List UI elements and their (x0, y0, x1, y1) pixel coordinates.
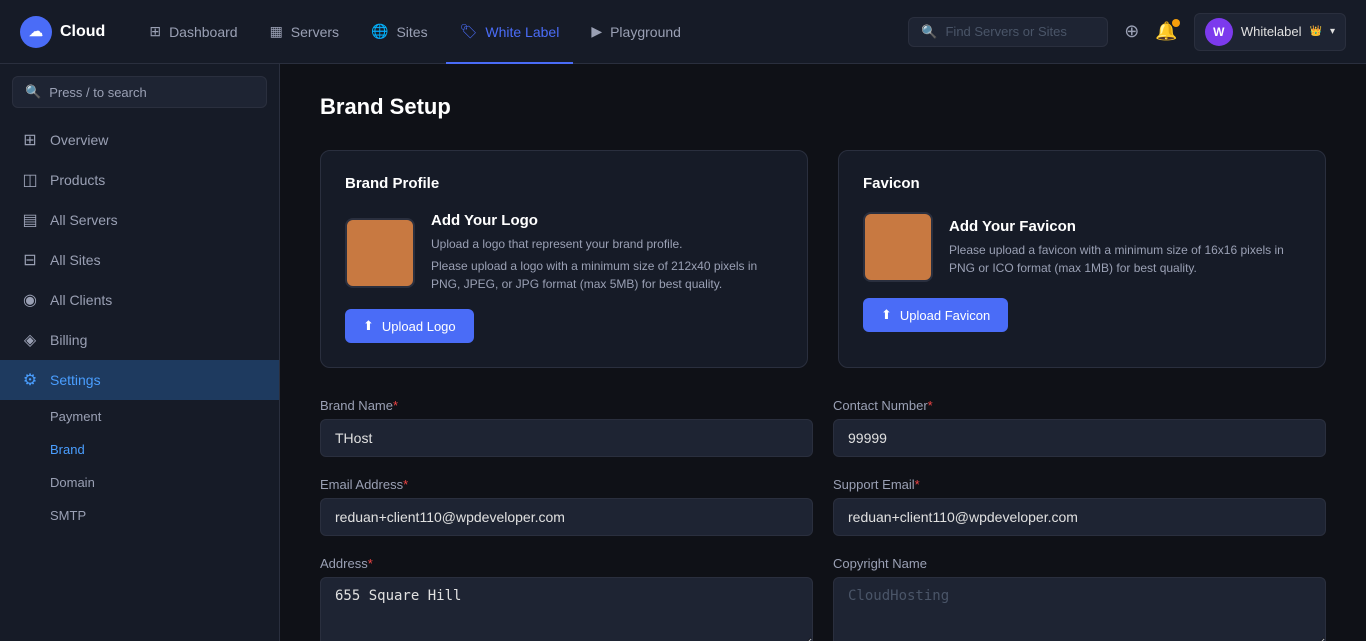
sidebar-item-billing[interactable]: ◈ Billing (0, 320, 279, 360)
crown-icon: 👑 (1310, 26, 1322, 37)
address-input[interactable] (320, 577, 813, 641)
sidebar-item-products[interactable]: ◫ Products (0, 160, 279, 200)
sidebar-item-allsites[interactable]: ⊟ All Sites (0, 240, 279, 280)
main-layout: 🔍 Press / to search ⊞ Overview ◫ Product… (0, 64, 1366, 641)
add-logo-desc: Upload a logo that represent your brand … (431, 235, 783, 253)
add-button[interactable]: ⊕ (1124, 21, 1139, 42)
page-title: Brand Setup (320, 94, 1326, 120)
email-label: Email Address* (320, 477, 813, 492)
sidebar-item-settings[interactable]: ⚙ Settings (0, 360, 279, 400)
allservers-icon: ▤ (20, 210, 40, 230)
support-email-group: Support Email* (833, 477, 1326, 536)
upload-favicon-button[interactable]: ⬆ Upload Favicon (863, 298, 1008, 332)
notification-dot (1172, 19, 1180, 27)
nav-item-sites[interactable]: 🌐 Sites (357, 15, 442, 48)
sidebar-sub-brand[interactable]: Brand (0, 433, 279, 466)
email-input[interactable] (320, 498, 813, 536)
nav-item-servers[interactable]: ▦ Servers (256, 15, 353, 48)
sidebar-item-allclients[interactable]: ◉ All Clients (0, 280, 279, 320)
user-avatar: W (1205, 18, 1233, 46)
sidebar-search[interactable]: 🔍 Press / to search (12, 76, 267, 108)
servers-icon: ▦ (270, 23, 283, 40)
favicon-upload-text: Add Your Favicon Please upload a favicon… (949, 218, 1301, 277)
dashboard-icon: ⊞ (149, 23, 161, 40)
sites-icon: 🌐 (371, 23, 388, 40)
logo[interactable]: ☁ Cloud (20, 16, 105, 48)
sidebar-search-icon: 🔍 (25, 84, 41, 100)
support-email-label: Support Email* (833, 477, 1326, 492)
form-row-1: Brand Name* Contact Number* (320, 398, 1326, 457)
logo-upload-area: Add Your Logo Upload a logo that represe… (345, 212, 783, 293)
upload-favicon-icon: ⬆ (881, 307, 892, 323)
settings-icon: ⚙ (20, 370, 40, 390)
sidebar-sub-payment[interactable]: Payment (0, 400, 279, 433)
add-logo-title: Add Your Logo (431, 212, 783, 229)
upload-icon: ⬆ (363, 318, 374, 334)
sidebar-sub-domain[interactable]: Domain (0, 466, 279, 499)
nav-item-dashboard[interactable]: ⊞ Dashboard (135, 15, 251, 48)
sidebar-item-allservers[interactable]: ▤ All Servers (0, 200, 279, 240)
brand-name-input[interactable] (320, 419, 813, 457)
products-icon: ◫ (20, 170, 40, 190)
brand-name-group: Brand Name* (320, 398, 813, 457)
sidebar: 🔍 Press / to search ⊞ Overview ◫ Product… (0, 64, 280, 641)
favicon-upload-area: Add Your Favicon Please upload a favicon… (863, 212, 1301, 282)
logo-text: Cloud (60, 23, 105, 41)
address-label: Address* (320, 556, 813, 571)
logo-icon: ☁ (20, 16, 52, 48)
copyright-input[interactable] (833, 577, 1326, 641)
email-group: Email Address* (320, 477, 813, 536)
support-email-input[interactable] (833, 498, 1326, 536)
chevron-down-icon: ▾ (1330, 26, 1335, 37)
nav-item-whitelabel[interactable]: 🏷 White Label (446, 15, 574, 48)
copyright-group: Copyright Name (833, 556, 1326, 641)
search-box[interactable]: 🔍 Find Servers or Sites (908, 17, 1108, 47)
sidebar-item-overview[interactable]: ⊞ Overview (0, 120, 279, 160)
add-favicon-desc: Please upload a favicon with a minimum s… (949, 241, 1301, 277)
add-favicon-title: Add Your Favicon (949, 218, 1301, 235)
favicon-preview (863, 212, 933, 282)
form-row-2: Email Address* Support Email* (320, 477, 1326, 536)
upload-logo-button[interactable]: ⬆ Upload Logo (345, 309, 474, 343)
logo-preview (345, 218, 415, 288)
address-group: Address* (320, 556, 813, 641)
nav-items: ⊞ Dashboard ▦ Servers 🌐 Sites 🏷 White La… (135, 15, 908, 48)
allsites-icon: ⊟ (20, 250, 40, 270)
billing-icon: ◈ (20, 330, 40, 350)
upload-text: Add Your Logo Upload a logo that represe… (431, 212, 783, 293)
main-content: Brand Setup Brand Profile Add Your Logo … (280, 64, 1366, 641)
user-menu[interactable]: W Whitelabel 👑 ▾ (1194, 13, 1346, 51)
topnav: ☁ Cloud ⊞ Dashboard ▦ Servers 🌐 Sites 🏷 … (0, 0, 1366, 64)
nav-right: 🔍 Find Servers or Sites ⊕ 🔔 W Whitelabel… (908, 13, 1346, 51)
brand-setup-grid: Brand Profile Add Your Logo Upload a log… (320, 150, 1326, 368)
notifications-button[interactable]: 🔔 (1155, 21, 1177, 42)
add-logo-detail: Please upload a logo with a minimum size… (431, 257, 783, 293)
copyright-label: Copyright Name (833, 556, 1326, 571)
contact-number-input[interactable] (833, 419, 1326, 457)
brand-profile-section: Brand Profile Add Your Logo Upload a log… (320, 150, 808, 368)
playground-icon: ▶ (591, 23, 602, 40)
search-icon: 🔍 (921, 24, 937, 40)
form-row-3: Address* Copyright Name (320, 556, 1326, 641)
overview-icon: ⊞ (20, 130, 40, 150)
contact-number-label: Contact Number* (833, 398, 1326, 413)
favicon-section: Favicon Add Your Favicon Please upload a… (838, 150, 1326, 368)
brand-name-label: Brand Name* (320, 398, 813, 413)
nav-item-playground[interactable]: ▶ Playground (577, 15, 695, 48)
brand-profile-title: Brand Profile (345, 175, 783, 192)
whitelabel-icon: 🏷 (460, 23, 478, 40)
favicon-title: Favicon (863, 175, 1301, 192)
allclients-icon: ◉ (20, 290, 40, 310)
user-name: Whitelabel (1241, 24, 1302, 39)
sidebar-sub-smtp[interactable]: SMTP (0, 499, 279, 532)
contact-number-group: Contact Number* (833, 398, 1326, 457)
